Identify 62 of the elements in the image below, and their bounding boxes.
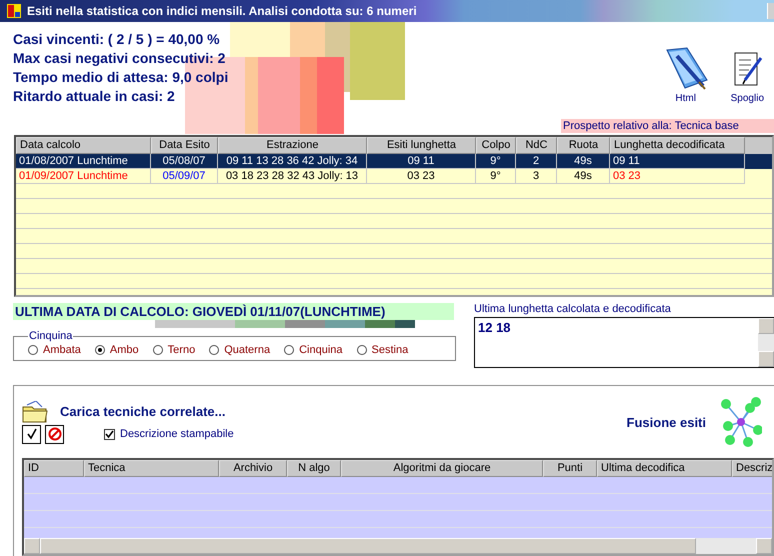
column-header[interactable]: Estrazione xyxy=(218,137,367,154)
radio-button[interactable] xyxy=(94,345,105,355)
window-title: Esiti nella statistica con indici mensili. Analisi condotta su: 6 numeri xyxy=(27,4,417,18)
table-cell: 03 23 xyxy=(367,169,476,184)
statistic-text: Tempo medio di attesa: 9,0 colpi xyxy=(13,68,228,87)
radio-option[interactable]: Ambo xyxy=(94,344,139,356)
table-cell: 01/09/2007 Lunchtime xyxy=(16,169,151,184)
table-cell: 05/09/07 xyxy=(151,169,218,184)
statistic-text: Ritardo attuale in casi: 2 xyxy=(13,87,176,106)
column-header[interactable]: Colpo xyxy=(476,137,516,154)
checkbox[interactable] xyxy=(104,428,115,440)
column-header[interactable]: Data Esito xyxy=(151,137,218,154)
column-header[interactable]: ID xyxy=(24,460,84,477)
group-title: Cinquina xyxy=(28,330,74,342)
column-header[interactable]: Punti xyxy=(543,460,597,477)
table-cell: 3 xyxy=(516,169,557,184)
column-header[interactable]: Ultima decodifica xyxy=(597,460,732,477)
table-cell: 9° xyxy=(476,169,516,184)
radio-option[interactable]: Quaterna xyxy=(209,344,270,356)
prospetto-label: Prospetto relativo alla: Tecnica base xyxy=(561,119,774,133)
column-header[interactable]: Algoritmi da giocare xyxy=(341,460,543,477)
statistic-text: Casi vincenti: ( 2 / 5 ) = 40,00 % xyxy=(13,30,221,49)
toolbar-label[interactable]: Spoglio xyxy=(730,93,764,104)
table-row[interactable]: 01/08/2007 Lunchtime 05/08/07 09 11 13 28 36 42 Jolly: 34 09 11 9° 2 49s 09 11 xyxy=(16,154,772,169)
cancel-button[interactable] xyxy=(45,424,64,444)
table-cell: 03 18 23 28 32 43 Jolly: 13 xyxy=(218,169,367,184)
section-title[interactable]: Carica tecniche correlate... xyxy=(60,404,226,419)
table-row[interactable]: 01/09/2007 Lunchtime 05/09/07 03 18 23 28 32 43 Jolly: 13 03 23 9° 3 49s 03 23 xyxy=(16,169,772,184)
table-cell: 03 23 xyxy=(610,169,745,184)
column-header[interactable]: Ruota xyxy=(557,137,610,154)
column-header[interactable]: Descriz xyxy=(732,460,772,477)
table-cell: 49s xyxy=(557,169,610,184)
column-header[interactable]: Tecnica xyxy=(84,460,219,477)
radio-option[interactable]: Terno xyxy=(152,344,196,356)
radio-button[interactable] xyxy=(209,345,220,355)
field-label: Ultima lunghetta calcolata e decodificata xyxy=(474,303,672,315)
radio-option[interactable]: Sestina xyxy=(356,344,408,356)
merge-label[interactable]: Fusione esiti xyxy=(626,414,706,430)
column-header[interactable]: Lunghetta decodificata xyxy=(610,137,745,154)
check-icon xyxy=(26,428,38,440)
column-header[interactable]: N algo xyxy=(287,460,341,477)
radio-button[interactable] xyxy=(28,345,38,355)
statistic-text: Max casi negativi consecutivi: 2 xyxy=(13,49,226,68)
molecule-icon[interactable] xyxy=(720,396,762,448)
folder-icon[interactable] xyxy=(22,400,48,422)
radio-button[interactable] xyxy=(356,345,366,355)
check-button[interactable] xyxy=(22,424,41,444)
check-icon xyxy=(105,430,114,438)
last-date-banner: ULTIMA DATA DI CALCOLO: GIOVEDÌ 01/11/07(LUNCHTIME) xyxy=(13,303,454,320)
column-header[interactable]: Esiti lunghetta xyxy=(367,137,476,154)
printable-checkbox[interactable]: Descrizione stampabile xyxy=(104,428,234,440)
radio-option[interactable]: Ambata xyxy=(28,344,81,356)
column-header[interactable]: NdC xyxy=(516,137,557,154)
horizontal-scrollbar[interactable] xyxy=(24,538,772,554)
column-header[interactable]: Archivio xyxy=(219,460,287,477)
column-header[interactable]: Data calcolo xyxy=(16,137,151,154)
prohibited-icon xyxy=(48,427,62,441)
radio-button[interactable] xyxy=(284,345,294,355)
toolbar-label[interactable]: Html xyxy=(675,93,696,104)
radio-button[interactable] xyxy=(152,345,163,355)
app-icon xyxy=(7,4,21,18)
radio-option[interactable]: Cinquina xyxy=(284,344,342,356)
